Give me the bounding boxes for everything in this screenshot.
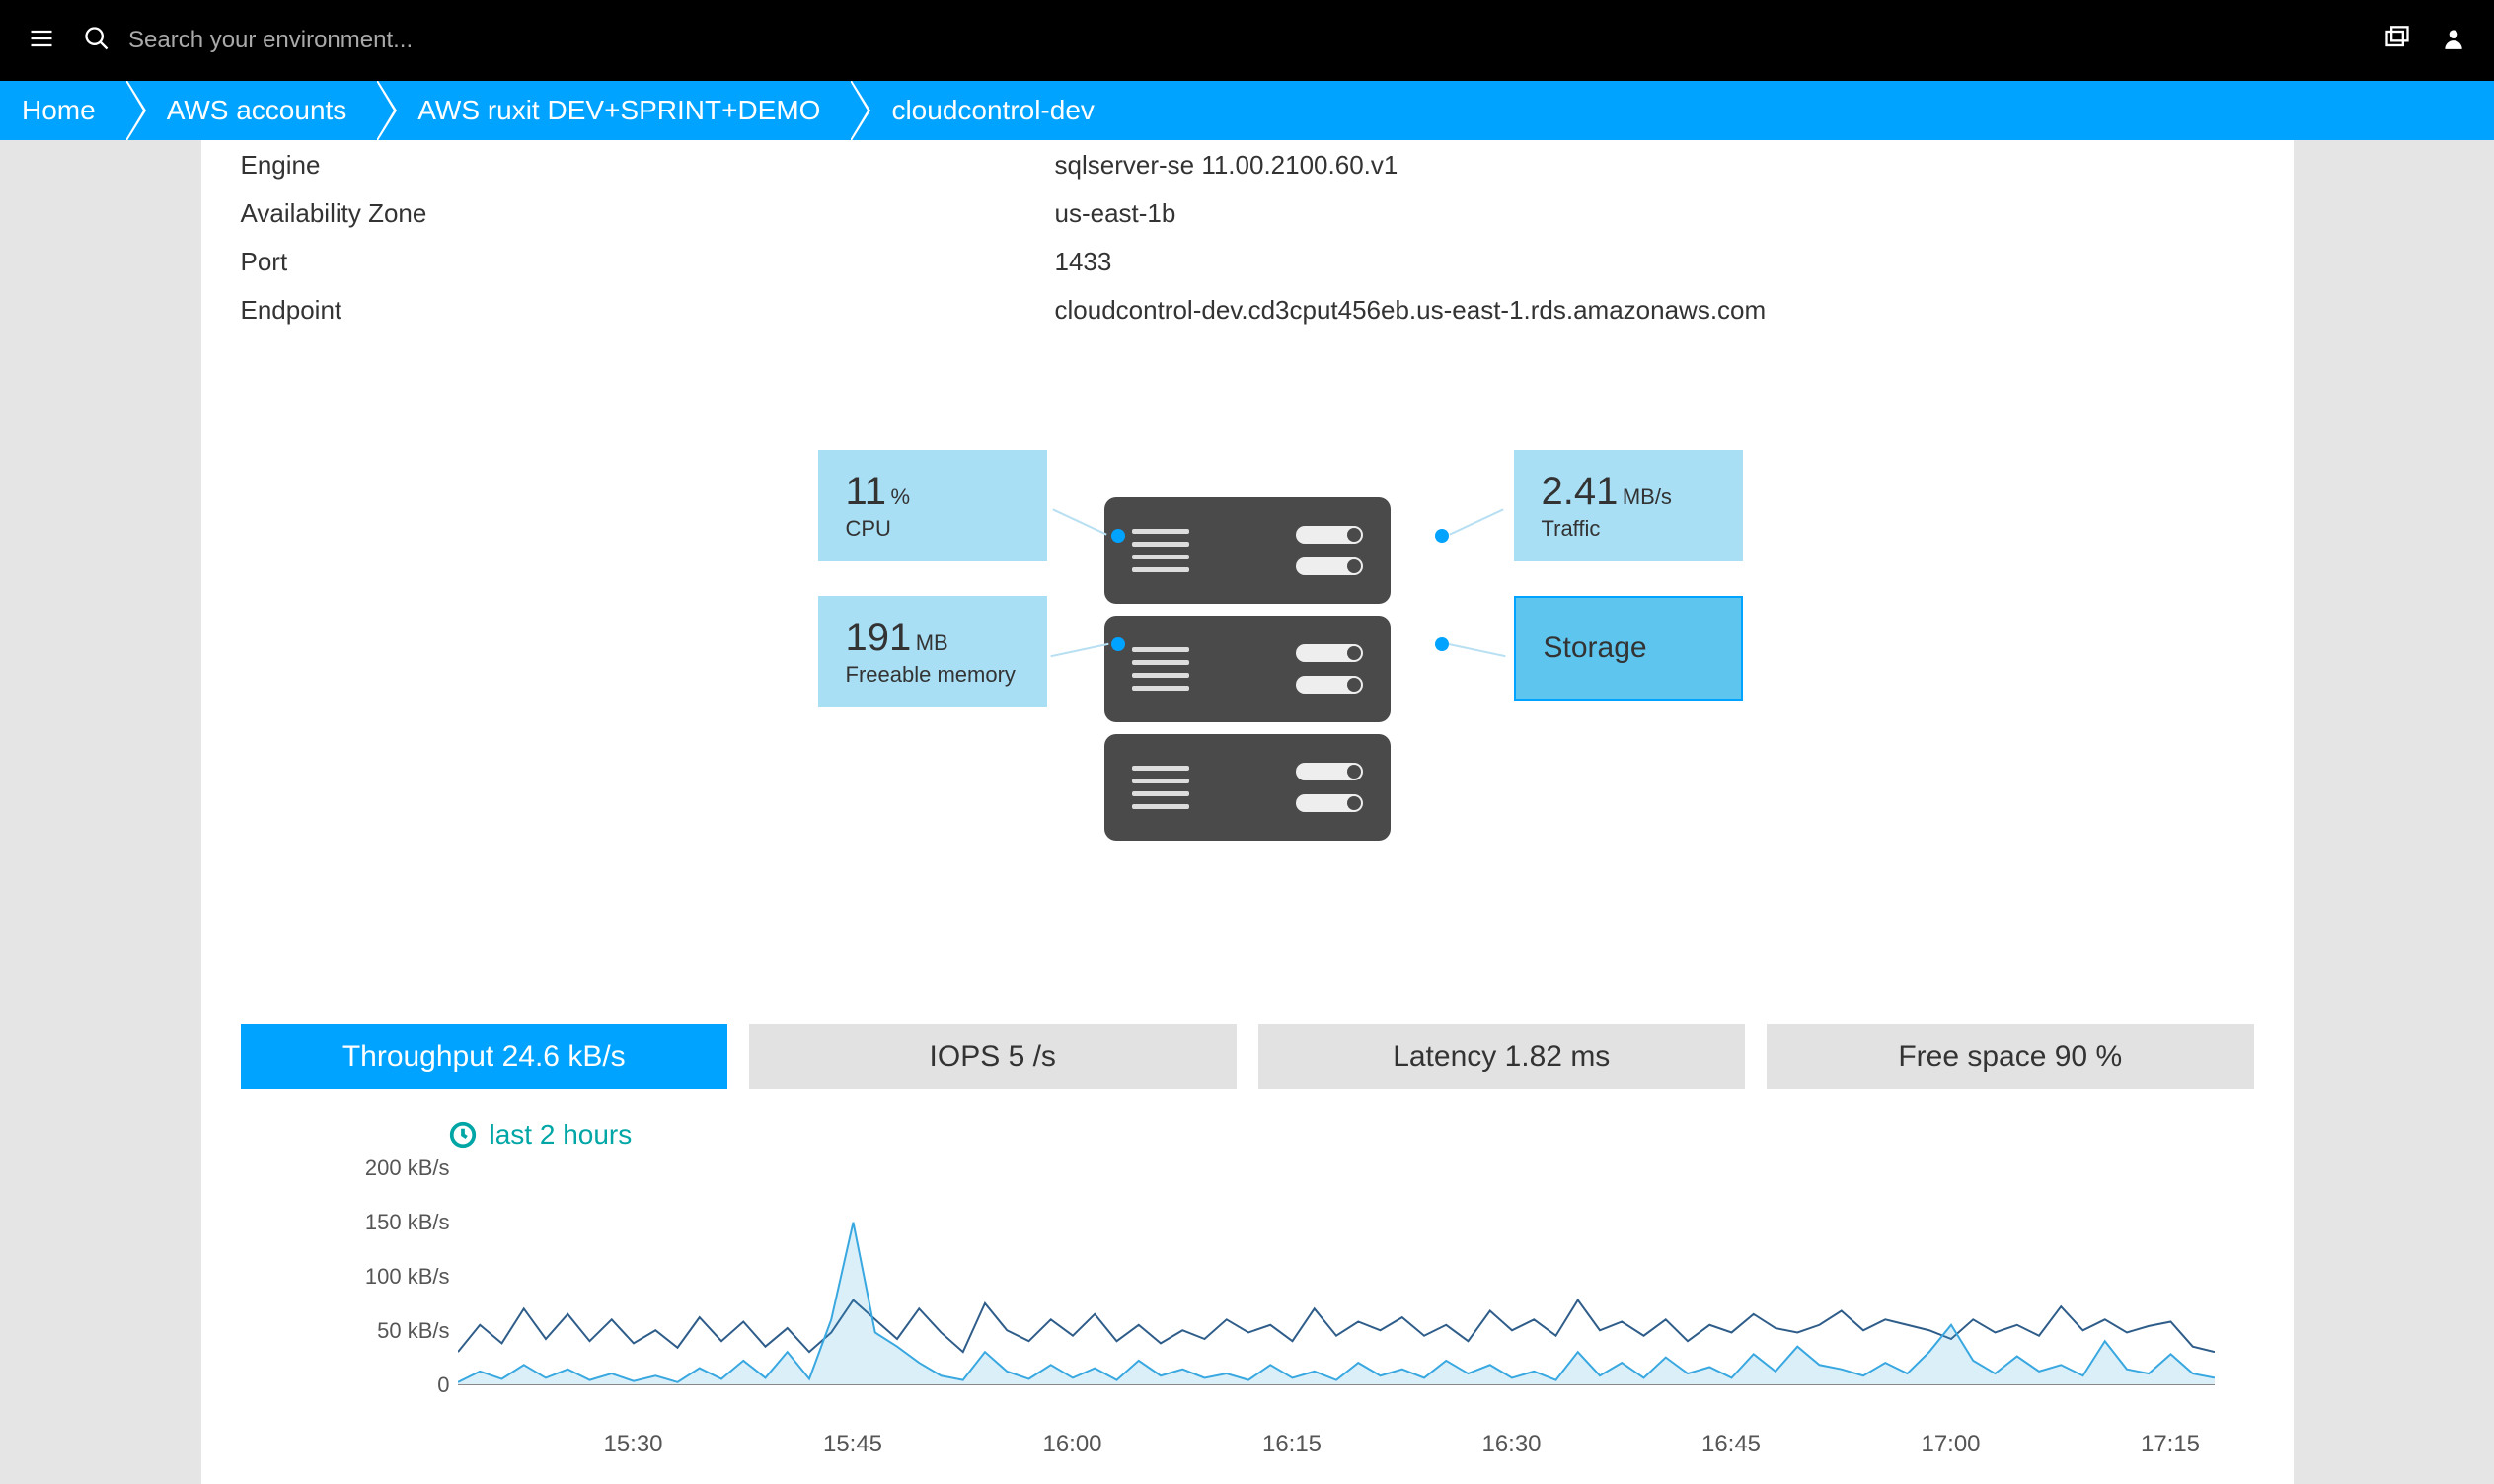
prop-label: Engine xyxy=(241,150,327,180)
x-tick-label: 17:15 xyxy=(2141,1431,2200,1458)
metric-label: Traffic xyxy=(1542,516,1715,542)
page-content: Engine sqlserver-se 11.00.2100.60.v1 Ava… xyxy=(201,140,2294,1484)
x-tick-label: 15:45 xyxy=(823,1431,882,1458)
tab-throughput[interactable]: Throughput 24.6 kB/s xyxy=(241,1024,728,1089)
x-tick-label: 16:30 xyxy=(1481,1431,1541,1458)
metric-label: CPU xyxy=(846,516,1020,542)
y-tick-label: 200 kB/s xyxy=(365,1155,450,1181)
prop-label: Availability Zone xyxy=(241,198,433,228)
search-wrap xyxy=(83,25,2383,57)
y-tick-label: 0 xyxy=(437,1373,449,1398)
x-tick-label: 16:45 xyxy=(1701,1431,1761,1458)
timerange-label: last 2 hours xyxy=(490,1119,633,1150)
infographic: 11 % CPU 191 MB Freeable memory 2.41 MB/… xyxy=(241,422,2254,916)
y-tick-label: 100 kB/s xyxy=(365,1264,450,1290)
prop-engine: Engine sqlserver-se 11.00.2100.60.v1 xyxy=(241,140,2254,188)
breadcrumb-home[interactable]: Home xyxy=(0,81,125,140)
metric-traffic[interactable]: 2.41 MB/s Traffic xyxy=(1514,450,1743,561)
prop-port: Port 1433 xyxy=(241,237,2254,285)
metric-label: Storage xyxy=(1544,631,1647,664)
search-icon[interactable] xyxy=(83,25,111,57)
metric-label: Freeable memory xyxy=(846,662,1020,688)
topbar xyxy=(0,0,2494,81)
tab-freespace[interactable]: Free space 90 % xyxy=(1767,1024,2254,1089)
clock-icon xyxy=(448,1120,478,1150)
prop-value: us-east-1b xyxy=(1055,198,1176,229)
metric-value: 2.41 xyxy=(1542,470,1619,513)
y-tick-label: 50 kB/s xyxy=(377,1318,449,1344)
metric-value: 11 xyxy=(846,470,887,513)
y-axis: 200 kB/s150 kB/s100 kB/s50 kB/s0 xyxy=(330,1168,458,1385)
server-unit-icon xyxy=(1104,734,1391,841)
metric-value: 191 xyxy=(846,616,912,659)
breadcrumb-aws-accounts[interactable]: AWS accounts xyxy=(125,81,377,140)
chart-area: last 2 hours 200 kB/s 150 kB/s 100 kB/s 50 … xyxy=(241,1119,2254,1425)
tab-iops[interactable]: IOPS 5 /s xyxy=(749,1024,1237,1089)
prop-value: sqlserver-se 11.00.2100.60.v1 xyxy=(1055,150,1398,181)
throughput-chart[interactable]: 200 kB/s150 kB/s100 kB/s50 kB/s0 15:3015… xyxy=(330,1168,2215,1425)
server-unit-icon xyxy=(1104,616,1391,722)
prop-label: Port xyxy=(241,247,294,276)
search-input[interactable] xyxy=(128,27,720,54)
x-tick-label: 16:15 xyxy=(1262,1431,1322,1458)
metric-storage[interactable]: Storage xyxy=(1514,596,1743,701)
x-tick-label: 16:00 xyxy=(1042,1431,1101,1458)
server-stack-icon xyxy=(1104,497,1391,841)
timerange-selector[interactable]: last 2 hours xyxy=(448,1119,2254,1150)
topbar-right xyxy=(2383,25,2466,57)
connector-line xyxy=(1449,508,1503,535)
server-unit-icon xyxy=(1104,497,1391,604)
breadcrumb-aws-ruxit[interactable]: AWS ruxit DEV+SPRINT+DEMO xyxy=(376,81,850,140)
prop-value: 1433 xyxy=(1055,247,1112,277)
connector-dot xyxy=(1435,529,1449,543)
metric-memory[interactable]: 191 MB Freeable memory xyxy=(818,596,1047,707)
x-tick-label: 15:30 xyxy=(603,1431,662,1458)
menu-icon[interactable] xyxy=(28,25,55,57)
storage-tabs: Throughput 24.6 kB/s IOPS 5 /s Latency 1… xyxy=(241,1024,2254,1089)
tab-latency[interactable]: Latency 1.82 ms xyxy=(1258,1024,1746,1089)
connector-line xyxy=(1447,643,1505,657)
prop-endpoint: Endpoint cloudcontrol-dev.cd3cput456eb.u… xyxy=(241,285,2254,334)
metric-unit: MB xyxy=(916,631,948,655)
x-tick-label: 17:00 xyxy=(1921,1431,1980,1458)
prop-value: cloudcontrol-dev.cd3cput456eb.us-east-1.… xyxy=(1055,295,1767,326)
y-tick-label: 150 kB/s xyxy=(365,1210,450,1235)
prop-az: Availability Zone us-east-1b xyxy=(241,188,2254,237)
user-icon[interactable] xyxy=(2441,26,2466,56)
prop-label: Endpoint xyxy=(241,295,348,325)
chart-plot xyxy=(458,1168,2215,1385)
connector-dot xyxy=(1435,637,1449,651)
connector-dot xyxy=(1111,637,1125,651)
metric-unit: % xyxy=(890,484,910,509)
windows-icon[interactable] xyxy=(2383,25,2411,57)
breadcrumb-current: cloudcontrol-dev xyxy=(850,81,1123,140)
metric-cpu[interactable]: 11 % CPU xyxy=(818,450,1047,561)
connector-dot xyxy=(1111,529,1125,543)
connector-line xyxy=(1050,643,1108,657)
breadcrumb: Home AWS accounts AWS ruxit DEV+SPRINT+D… xyxy=(0,81,2494,140)
metric-unit: MB/s xyxy=(1623,484,1672,509)
connector-line xyxy=(1052,508,1106,535)
